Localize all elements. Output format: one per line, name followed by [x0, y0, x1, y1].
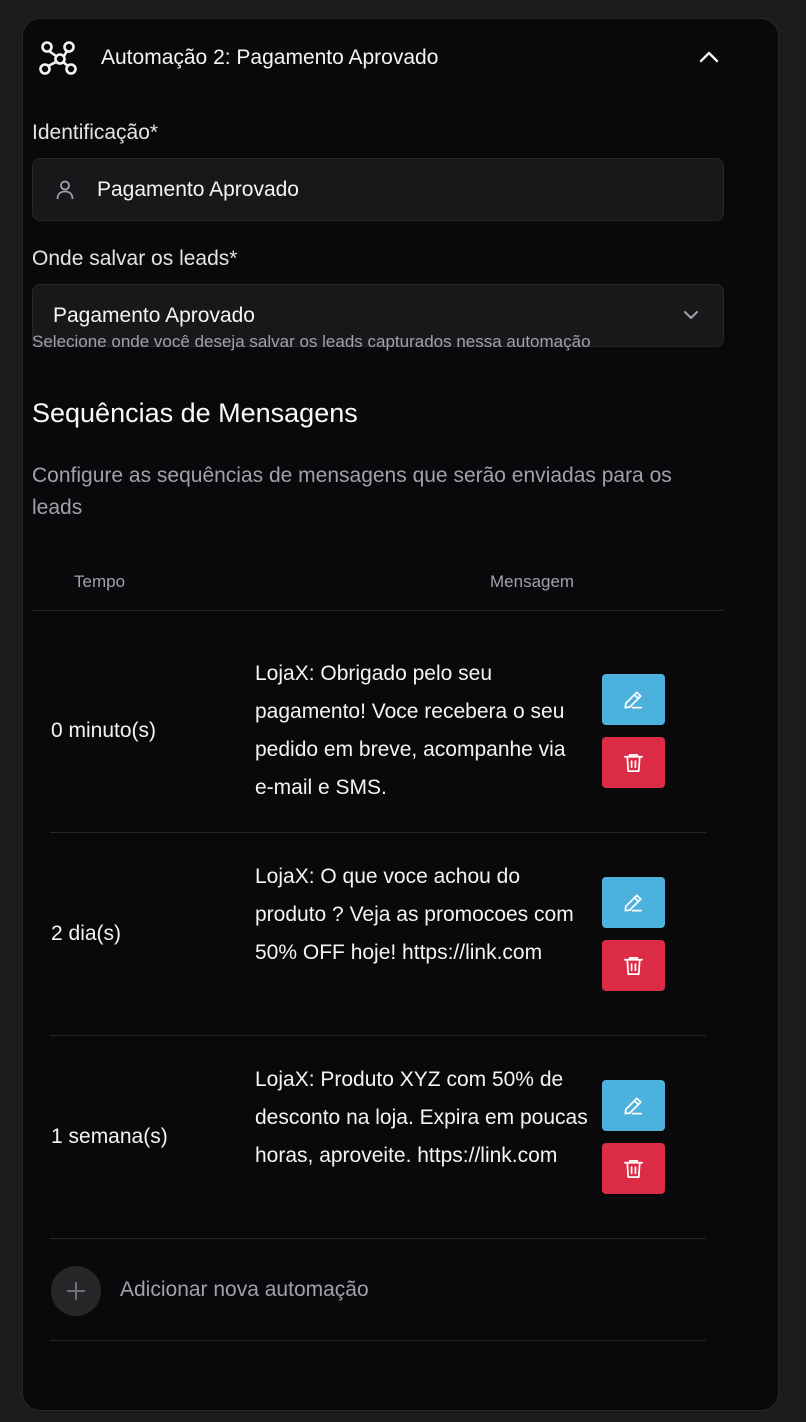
row-message: LojaX: O que voce achou do produto ? Vej…: [255, 865, 574, 964]
identification-value: Pagamento Aprovado: [97, 178, 299, 201]
table-row: 2 dia(s) LojaX: O que voce achou do prod…: [50, 833, 706, 1036]
automation-title: Automação 2: Pagamento Aprovado: [101, 46, 439, 69]
column-header-message: Mensagem: [490, 572, 575, 591]
add-row-divider: [50, 1340, 706, 1341]
row-time: 1 semana(s): [51, 1125, 168, 1148]
delete-button[interactable]: [602, 1143, 665, 1194]
trash-icon: [624, 753, 643, 772]
row-time: 0 minuto(s): [51, 719, 157, 742]
row-message: LojaX: Produto XYZ com 50% de desconto n…: [255, 1068, 588, 1167]
plus-icon: [67, 1282, 85, 1300]
table-row: 0 minuto(s) LojaX: Obrigado pelo seu pag…: [50, 630, 706, 833]
pencil-icon: [624, 1097, 643, 1115]
save-location-label: Onde salvar os leads*: [32, 247, 238, 270]
chevron-down-icon: [684, 311, 698, 319]
pencil-icon: [624, 691, 643, 709]
add-automation-label[interactable]: Adicionar nova automação: [120, 1278, 369, 1302]
identification-input[interactable]: Pagamento Aprovado: [32, 158, 724, 221]
edit-button[interactable]: [602, 1080, 665, 1131]
workflow-nodes-icon: [39, 41, 77, 75]
table-header-divider: [32, 610, 724, 611]
delete-button[interactable]: [602, 737, 665, 788]
table-row: 1 semana(s) LojaX: Produto XYZ com 50% d…: [50, 1036, 706, 1239]
column-header-time: Tempo: [74, 572, 126, 591]
automation-header[interactable]: Automação 2: Pagamento Aprovado: [34, 38, 724, 78]
row-divider: [50, 1238, 706, 1239]
sequences-title: Sequências de Mensagens: [32, 398, 358, 428]
chevron-up-icon[interactable]: [694, 42, 724, 72]
edit-button[interactable]: [602, 674, 665, 725]
identification-label: Identificação*: [32, 121, 159, 144]
edit-button[interactable]: [602, 877, 665, 928]
trash-icon: [624, 1159, 643, 1178]
user-icon: [56, 180, 74, 200]
add-automation-button[interactable]: [51, 1266, 101, 1316]
delete-button[interactable]: [602, 940, 665, 991]
save-location-value: Pagamento Aprovado: [53, 304, 255, 327]
save-location-hint: Selecione onde você deseja salvar os lea…: [32, 332, 591, 351]
trash-icon: [624, 956, 643, 975]
sequences-description: Configure as sequências de mensagens que…: [32, 464, 672, 519]
pencil-icon: [624, 894, 643, 912]
add-automation-row: Adicionar nova automação: [50, 1240, 706, 1341]
row-message: LojaX: Obrigado pelo seu pagamento! Voce…: [255, 662, 566, 799]
row-time: 2 dia(s): [51, 922, 122, 945]
